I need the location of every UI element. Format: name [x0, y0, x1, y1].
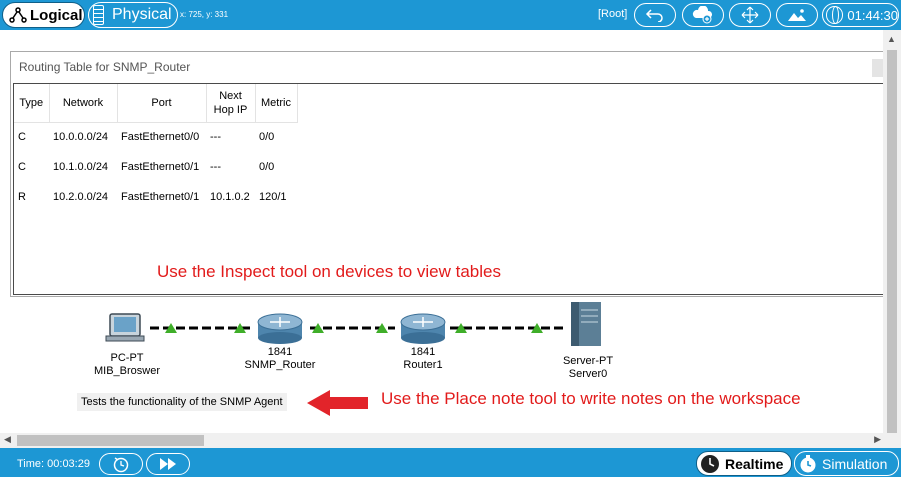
- routing-table: Type Network Port Next Hop IP Metric C 10…: [14, 84, 298, 212]
- cell-network: 10.1.0.0/24: [53, 161, 109, 173]
- header-next-hop-line2: Hop IP: [213, 103, 248, 116]
- scroll-left-icon[interactable]: ◀: [4, 434, 11, 445]
- cell-port: FastEthernet0/1: [121, 191, 200, 203]
- device-model: 1841: [267, 346, 293, 358]
- cell-network: 10.0.0.0/24: [53, 131, 109, 144]
- cell-next-hop: 10.1.0.2: [210, 191, 250, 203]
- vertical-scroll-thumb[interactable]: [887, 50, 897, 450]
- table-row[interactable]: R 10.2.0.0/24 FastEthernet0/1 10.1.0.2 1…: [14, 182, 297, 212]
- horizontal-scroll-thumb[interactable]: [17, 435, 204, 446]
- reset-clock-icon: [113, 457, 129, 473]
- device-label-snmp-router[interactable]: 1841 SNMP_Router: [245, 346, 316, 372]
- place-note-annotation[interactable]: Use the Place note tool to write notes o…: [381, 389, 801, 409]
- device-model: 1841: [410, 346, 436, 358]
- link-snmp-router-router1[interactable]: [310, 323, 395, 333]
- header-next-hop-ip[interactable]: Next Hop IP: [206, 84, 256, 123]
- fast-forward-button[interactable]: [146, 453, 190, 475]
- cell-metric: 120/1: [259, 191, 287, 203]
- stopwatch-icon: [800, 454, 816, 472]
- routing-table-panel: Type Network Port Next Hop IP Metric C 10…: [13, 83, 892, 295]
- set-background-button[interactable]: [776, 3, 818, 27]
- move-icon: [741, 6, 759, 24]
- root-breadcrumb[interactable]: [Root]: [598, 8, 627, 20]
- back-button[interactable]: [634, 3, 676, 27]
- viewport-clock-button[interactable]: 01:44:30: [822, 3, 899, 27]
- new-cluster-button[interactable]: [682, 3, 724, 27]
- cell-type: C: [18, 161, 26, 173]
- device-model: Server-PT: [562, 355, 614, 367]
- router-icon[interactable]: [400, 313, 446, 344]
- routing-table-window[interactable]: Routing Table for SNMP_Router Type Netwo…: [10, 51, 893, 297]
- device-name: Router1: [403, 359, 443, 371]
- viewport-icon: [826, 6, 844, 24]
- header-port[interactable]: Port: [117, 84, 207, 123]
- fast-forward-icon: [160, 458, 176, 470]
- header-next-hop-line1: Next: [219, 89, 242, 102]
- inspect-tool-note[interactable]: Use the Inspect tool on devices to view …: [157, 262, 501, 282]
- cell-type: R: [18, 191, 26, 203]
- clock-time: 01:44:30: [847, 7, 898, 23]
- header-metric[interactable]: Metric: [255, 84, 298, 123]
- physical-building-icon: [93, 5, 104, 25]
- back-icon: [645, 9, 663, 22]
- simulation-mode-button[interactable]: Simulation: [794, 451, 899, 476]
- cell-metric: 0/0: [259, 161, 275, 173]
- physical-tab-label: Physical: [112, 6, 172, 23]
- routing-table-title: Routing Table for SNMP_Router: [19, 60, 191, 74]
- sticky-note[interactable]: Tests the functionality of the SNMP Agen…: [77, 393, 287, 411]
- server-icon[interactable]: [571, 302, 601, 346]
- device-label-server[interactable]: Server-PT Server0: [563, 355, 613, 381]
- note-arrow-icon: [307, 390, 368, 416]
- cell-next-hop: ---: [210, 161, 221, 173]
- link-router1-server[interactable]: [450, 323, 565, 333]
- cell-port: FastEthernet0/1: [121, 161, 200, 173]
- device-name: MIB_Broswer: [93, 365, 161, 377]
- reset-time-button[interactable]: [99, 453, 143, 475]
- vertical-scrollbar[interactable]: ▲: [883, 30, 901, 450]
- device-label-router1[interactable]: 1841 Router1: [403, 346, 442, 372]
- horizontal-scrollbar[interactable]: ◀ ▶: [0, 433, 883, 448]
- routing-table-header-row: Type Network Port Next Hop IP Metric: [14, 84, 298, 123]
- cell-type: C: [18, 131, 26, 144]
- top-toolbar: Logical Physical x: 725, y: 331 [Root] 0…: [0, 0, 901, 30]
- scroll-right-icon[interactable]: ▶: [874, 434, 881, 445]
- network-topology: PC-PT MIB_Broswer 1841 SNMP_Router 1841 …: [0, 296, 883, 433]
- cursor-coordinates: x: 725, y: 331: [180, 10, 229, 19]
- simulation-time: Time: 00:03:29: [17, 458, 90, 470]
- device-name: SNMP_Router: [244, 359, 316, 371]
- realtime-mode-button[interactable]: Realtime: [696, 451, 792, 476]
- cell-metric: 0/0: [259, 131, 275, 144]
- cluster-icon: [692, 6, 712, 24]
- background-image-icon: [788, 9, 806, 21]
- logical-tab-label: Logical: [30, 6, 83, 24]
- simulation-label: Simulation: [822, 455, 888, 472]
- logical-tab[interactable]: Logical: [2, 2, 85, 28]
- header-type[interactable]: Type: [14, 84, 50, 123]
- pc-icon[interactable]: [105, 313, 145, 342]
- bottom-toolbar: Time: 00:03:29 Realtime Simulation: [0, 448, 901, 477]
- scroll-corner: [883, 433, 901, 448]
- cell-next-hop: ---: [210, 131, 221, 144]
- table-row[interactable]: C 10.1.0.0/24 FastEthernet0/1 --- 0/0: [14, 152, 297, 182]
- header-network[interactable]: Network: [49, 84, 118, 123]
- clock-icon: [701, 454, 719, 473]
- device-name: Server0: [568, 368, 608, 380]
- cell-port: FastEthernet0/0: [121, 131, 200, 144]
- link-pc-router[interactable]: [150, 323, 250, 333]
- cell-network: 10.2.0.0/24: [53, 191, 109, 203]
- move-object-button[interactable]: [729, 3, 771, 27]
- physical-tab[interactable]: Physical: [88, 2, 178, 28]
- logical-icon: [9, 7, 27, 23]
- realtime-label: Realtime: [725, 455, 784, 472]
- device-label-pc[interactable]: PC-PT MIB_Broswer: [94, 352, 160, 378]
- device-model: PC-PT: [110, 352, 144, 364]
- scroll-up-icon[interactable]: ▲: [887, 34, 896, 44]
- table-row[interactable]: C 10.0.0.0/24 FastEthernet0/0 --- 0/0: [14, 122, 297, 152]
- router-icon[interactable]: [257, 313, 303, 344]
